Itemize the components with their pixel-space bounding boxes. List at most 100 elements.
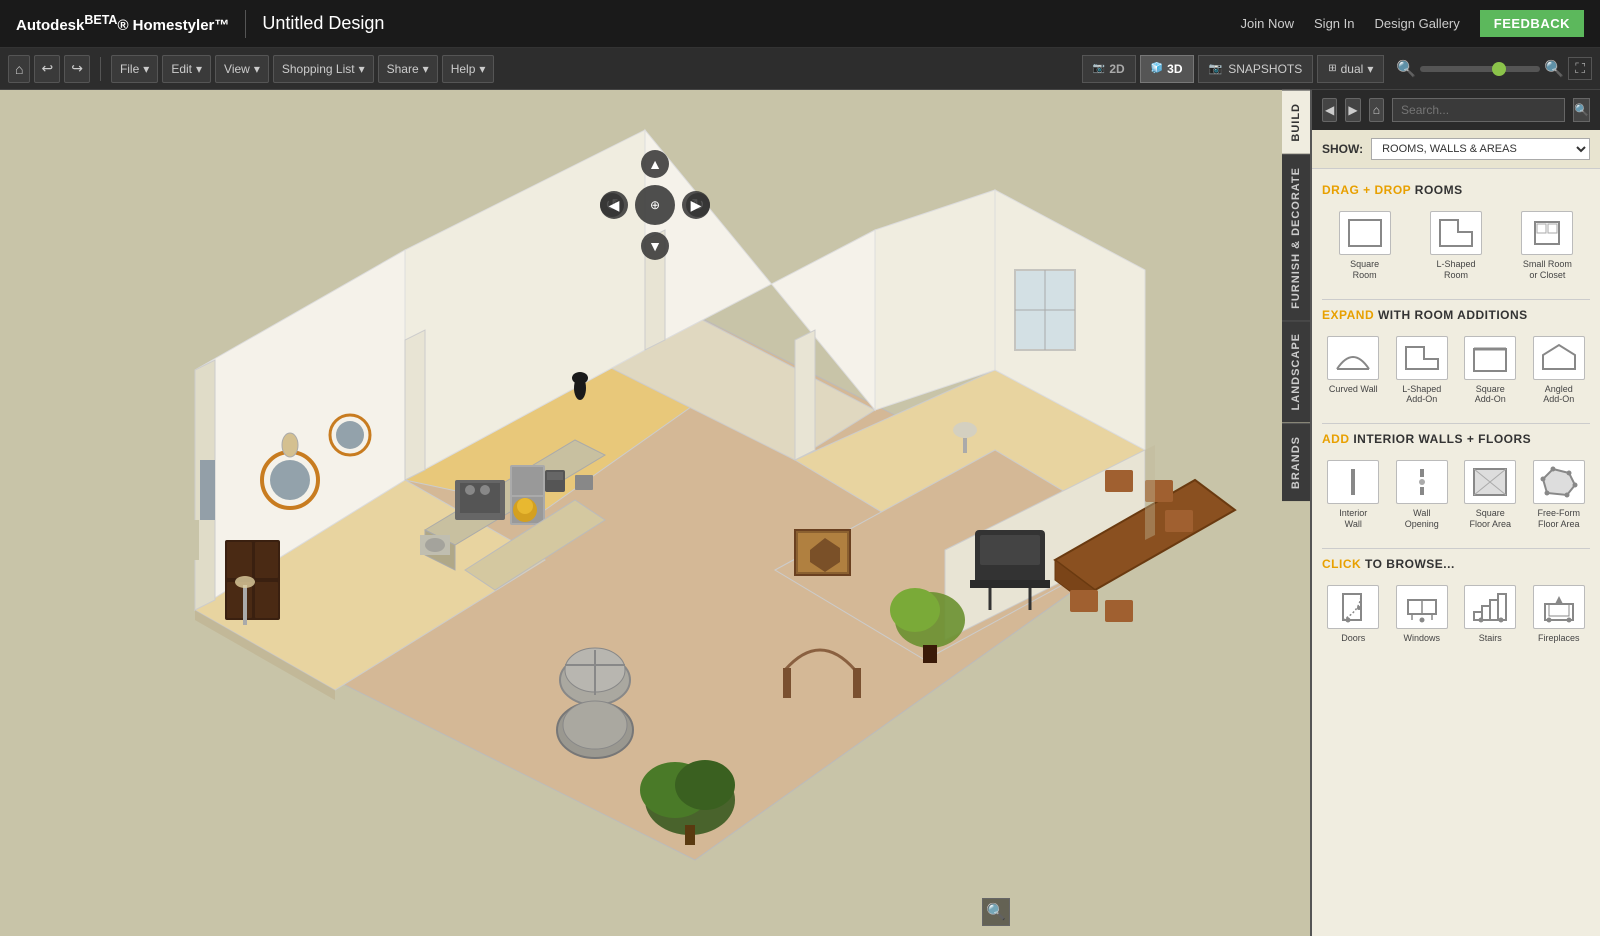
interior-wall-item[interactable]: InteriorWall bbox=[1322, 456, 1385, 534]
interior-wall-label: InteriorWall bbox=[1339, 508, 1367, 530]
square-floor-area-icon bbox=[1464, 460, 1516, 504]
beta-badge: BETA bbox=[84, 13, 117, 27]
toolbar: ⌂ ↩ ↪ File ▾ Edit ▾ View ▾ Shopping List… bbox=[0, 48, 1600, 90]
app-logo: AutodeskBETA® Homestyler™ bbox=[16, 13, 229, 34]
logo-area: AutodeskBETA® Homestyler™ bbox=[16, 13, 229, 34]
viewport[interactable]: ↺ ↻ ▲ ▼ ◀ ▶ ⊕ bbox=[0, 90, 1310, 936]
panel-search-button[interactable]: 🔍 bbox=[1573, 98, 1590, 122]
divider-1 bbox=[1322, 299, 1590, 300]
fullscreen-button[interactable]: ⛶ bbox=[1568, 57, 1592, 80]
l-shaped-addon-item[interactable]: L-ShapedAdd-On bbox=[1391, 332, 1454, 410]
shopping-list-menu[interactable]: Shopping List ▾ bbox=[273, 55, 374, 83]
square-room-item[interactable]: SquareRoom bbox=[1322, 207, 1407, 285]
main-content: ↺ ↻ ▲ ▼ ◀ ▶ ⊕ bbox=[0, 90, 1600, 936]
drag-drop-rooms-grid: SquareRoom L-ShapedRoom bbox=[1322, 207, 1590, 285]
browse-items-grid: Doors Windows bbox=[1322, 581, 1590, 648]
undo-button[interactable]: ↩ bbox=[34, 55, 60, 83]
design-gallery-link[interactable]: Design Gallery bbox=[1375, 16, 1460, 31]
free-form-floor-area-icon bbox=[1533, 460, 1585, 504]
windows-label: Windows bbox=[1403, 633, 1440, 644]
square-floor-area-item[interactable]: SquareFloor Area bbox=[1459, 456, 1522, 534]
curved-wall-label: Curved Wall bbox=[1329, 384, 1378, 395]
show-label: SHOW: bbox=[1322, 142, 1363, 156]
small-room-label: Small Roomor Closet bbox=[1523, 259, 1572, 281]
nav-control: ↺ ↻ ▲ ▼ ◀ ▶ ⊕ bbox=[600, 150, 710, 260]
square-floor-area-label: SquareFloor Area bbox=[1469, 508, 1511, 530]
nav-left-button[interactable]: ◀ bbox=[600, 191, 628, 219]
expand-section-title: EXPAND WITH ROOM ADDITIONS bbox=[1322, 308, 1590, 322]
wall-opening-item[interactable]: WallOpening bbox=[1391, 456, 1454, 534]
viewport-magnifier[interactable]: 🔍 bbox=[982, 898, 1010, 926]
toolbar-separator bbox=[100, 57, 101, 81]
nav-right-button[interactable]: ▶ bbox=[682, 191, 710, 219]
zoom-in-button[interactable]: 🔍 bbox=[1544, 59, 1564, 79]
square-room-icon bbox=[1339, 211, 1391, 255]
edit-menu[interactable]: Edit ▾ bbox=[162, 55, 211, 83]
view-3d-button[interactable]: 🧊 3D bbox=[1140, 55, 1194, 83]
curved-wall-item[interactable]: Curved Wall bbox=[1322, 332, 1385, 410]
side-tab-brands[interactable]: BRANDS bbox=[1282, 423, 1310, 501]
zoom-handle[interactable] bbox=[1492, 62, 1506, 76]
nav-ring: ↺ ↻ ▲ ▼ ◀ ▶ ⊕ bbox=[600, 150, 710, 260]
divider-2 bbox=[1322, 423, 1590, 424]
wall-opening-icon bbox=[1396, 460, 1448, 504]
windows-item[interactable]: Windows bbox=[1391, 581, 1454, 648]
l-shaped-room-item[interactable]: L-ShapedRoom bbox=[1413, 207, 1498, 285]
angled-addon-icon bbox=[1533, 336, 1585, 380]
snapshots-button[interactable]: 📷 SNAPSHOTS bbox=[1198, 55, 1314, 83]
panel-back-button[interactable]: ◀ bbox=[1322, 98, 1337, 122]
square-addon-label: SquareAdd-On bbox=[1475, 384, 1506, 406]
join-now-link[interactable]: Join Now bbox=[1241, 16, 1294, 31]
side-tabs: BUILD FURNISH & DECORATE LANDSCAPE BRAND… bbox=[1282, 90, 1310, 501]
show-dropdown[interactable]: ROOMS, WALLS & AREAS ALL FLOOR PLAN bbox=[1371, 138, 1590, 160]
angled-addon-label: AngledAdd-On bbox=[1543, 384, 1574, 406]
panel-header: ◀ ▶ ⌂ 🔍 bbox=[1312, 90, 1600, 130]
right-panel: ◀ ▶ ⌂ 🔍 SHOW: ROOMS, WALLS & AREAS ALL F… bbox=[1310, 90, 1600, 936]
redo-button[interactable]: ↪ bbox=[64, 55, 90, 83]
free-form-floor-area-item[interactable]: Free-FormFloor Area bbox=[1528, 456, 1591, 534]
file-menu[interactable]: File ▾ bbox=[111, 55, 158, 83]
wall-opening-label: WallOpening bbox=[1405, 508, 1439, 530]
side-tab-furnish[interactable]: FURNISH & DECORATE bbox=[1282, 154, 1310, 321]
drag-drop-section-title: DRAG + DROP ROOMS bbox=[1322, 183, 1590, 197]
divider-3 bbox=[1322, 548, 1590, 549]
nav-down-button[interactable]: ▼ bbox=[641, 232, 669, 260]
l-shaped-addon-icon bbox=[1396, 336, 1448, 380]
fireplaces-label: Fireplaces bbox=[1538, 633, 1580, 644]
dual-button[interactable]: ⊞ dual ▾ bbox=[1317, 55, 1384, 83]
panel-home-button[interactable]: ⌂ bbox=[1369, 98, 1384, 122]
square-room-label: SquareRoom bbox=[1350, 259, 1379, 281]
panel-forward-button[interactable]: ▶ bbox=[1345, 98, 1360, 122]
share-menu[interactable]: Share ▾ bbox=[378, 55, 438, 83]
small-room-item[interactable]: Small Roomor Closet bbox=[1505, 207, 1590, 285]
fireplaces-item[interactable]: Fireplaces bbox=[1528, 581, 1591, 648]
design-title[interactable]: Untitled Design bbox=[262, 13, 384, 34]
stairs-item[interactable]: Stairs bbox=[1459, 581, 1522, 648]
doors-item[interactable]: Doors bbox=[1322, 581, 1385, 648]
side-tab-build[interactable]: BUILD bbox=[1282, 90, 1310, 154]
free-form-floor-area-label: Free-FormFloor Area bbox=[1538, 508, 1581, 530]
interior-walls-section-title: ADD INTERIOR WALLS + FLOORS bbox=[1322, 432, 1590, 446]
header-separator bbox=[245, 10, 246, 38]
nav-center-button[interactable]: ⊕ bbox=[635, 185, 675, 225]
view-menu[interactable]: View ▾ bbox=[215, 55, 269, 83]
top-right-nav: Join Now Sign In Design Gallery FEEDBACK bbox=[1241, 10, 1584, 37]
angled-addon-item[interactable]: AngledAdd-On bbox=[1528, 332, 1591, 410]
side-tab-landscape[interactable]: LANDSCAPE bbox=[1282, 320, 1310, 422]
zoom-out-button[interactable]: 🔍 bbox=[1396, 59, 1416, 79]
feedback-button[interactable]: FEEDBACK bbox=[1480, 10, 1584, 37]
panel-body: DRAG + DROP ROOMS SquareRoom bbox=[1312, 169, 1600, 936]
square-addon-item[interactable]: SquareAdd-On bbox=[1459, 332, 1522, 410]
home-button[interactable]: ⌂ bbox=[8, 55, 30, 83]
curved-wall-icon bbox=[1327, 336, 1379, 380]
l-shaped-room-label: L-ShapedRoom bbox=[1436, 259, 1475, 281]
view-2d-button[interactable]: 📷 2D bbox=[1082, 55, 1136, 83]
interior-walls-grid: InteriorWall WallOpening bbox=[1322, 456, 1590, 534]
help-menu[interactable]: Help ▾ bbox=[442, 55, 495, 83]
panel-search-input[interactable] bbox=[1392, 98, 1565, 122]
zoom-bar[interactable] bbox=[1420, 66, 1540, 72]
stairs-icon bbox=[1464, 585, 1516, 629]
room-additions-grid: Curved Wall L-ShapedAdd-On bbox=[1322, 332, 1590, 410]
nav-up-button[interactable]: ▲ bbox=[641, 150, 669, 178]
sign-in-link[interactable]: Sign In bbox=[1314, 16, 1354, 31]
